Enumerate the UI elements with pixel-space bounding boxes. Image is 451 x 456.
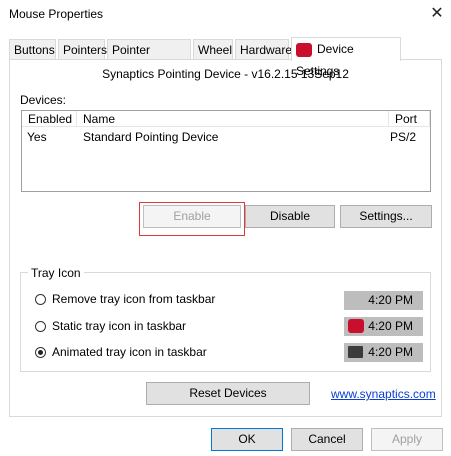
tray-preview-animated: 4:20 PM (344, 343, 423, 362)
devices-label: Devices: (20, 93, 67, 107)
option-static-tray-icon-label[interactable]: Static tray icon in taskbar (52, 319, 186, 333)
option-animated-tray-icon-label[interactable]: Animated tray icon in taskbar (52, 345, 207, 359)
ok-button[interactable]: OK (211, 428, 283, 451)
tray-preview-time: 4:20 PM (368, 319, 413, 333)
tray-preview-none: 4:20 PM (344, 291, 423, 310)
cancel-button[interactable]: Cancel (291, 428, 363, 451)
tray-icon-group-label: Tray Icon (28, 266, 84, 280)
row-enabled: Yes (27, 130, 47, 144)
tab-hardware[interactable]: Hardware (235, 39, 292, 59)
apply-button[interactable]: Apply (371, 428, 443, 451)
window-title: Mouse Properties (9, 7, 104, 21)
synaptics-icon (296, 42, 312, 57)
row-port: PS/2 (390, 130, 417, 144)
synaptics-icon (348, 319, 364, 333)
reset-devices-button[interactable]: Reset Devices (146, 382, 310, 405)
radio-animated-tray-icon[interactable] (35, 347, 46, 358)
tab-pointer-options[interactable]: Pointer Options (107, 39, 191, 77)
device-header: Synaptics Pointing Device - v16.2.15 13S… (102, 67, 349, 81)
devices-list[interactable]: Enabled Name Port Yes Standard Pointing … (21, 110, 431, 192)
table-row[interactable]: Yes Standard Pointing Device PS/2 (22, 129, 430, 145)
tab-pointers[interactable]: Pointers (58, 39, 107, 59)
tray-preview-time: 4:20 PM (368, 293, 413, 307)
synaptics-link[interactable]: www.synaptics.com (331, 387, 436, 401)
option-remove-tray-icon-label[interactable]: Remove tray icon from taskbar (52, 292, 215, 306)
column-header-name[interactable]: Name (77, 111, 389, 127)
disable-button[interactable]: Disable (245, 205, 335, 228)
tray-preview-static: 4:20 PM (344, 317, 423, 336)
radio-static-tray-icon[interactable] (35, 321, 46, 332)
column-header-port[interactable]: Port (389, 111, 430, 127)
tab-device-settings[interactable]: Device Settings (291, 37, 401, 78)
column-header-enabled[interactable]: Enabled (22, 111, 77, 127)
radio-remove-tray-icon[interactable] (35, 294, 46, 305)
row-name: Standard Pointing Device (83, 130, 219, 144)
settings-button[interactable]: Settings... (340, 205, 432, 228)
close-button[interactable]: ✕ (426, 3, 448, 25)
tab-buttons[interactable]: Buttons (9, 39, 56, 59)
touchpad-icon (348, 346, 363, 358)
tab-wheel[interactable]: Wheel (193, 39, 233, 59)
enable-button[interactable]: Enable (143, 205, 241, 228)
tray-preview-time: 4:20 PM (368, 345, 413, 359)
